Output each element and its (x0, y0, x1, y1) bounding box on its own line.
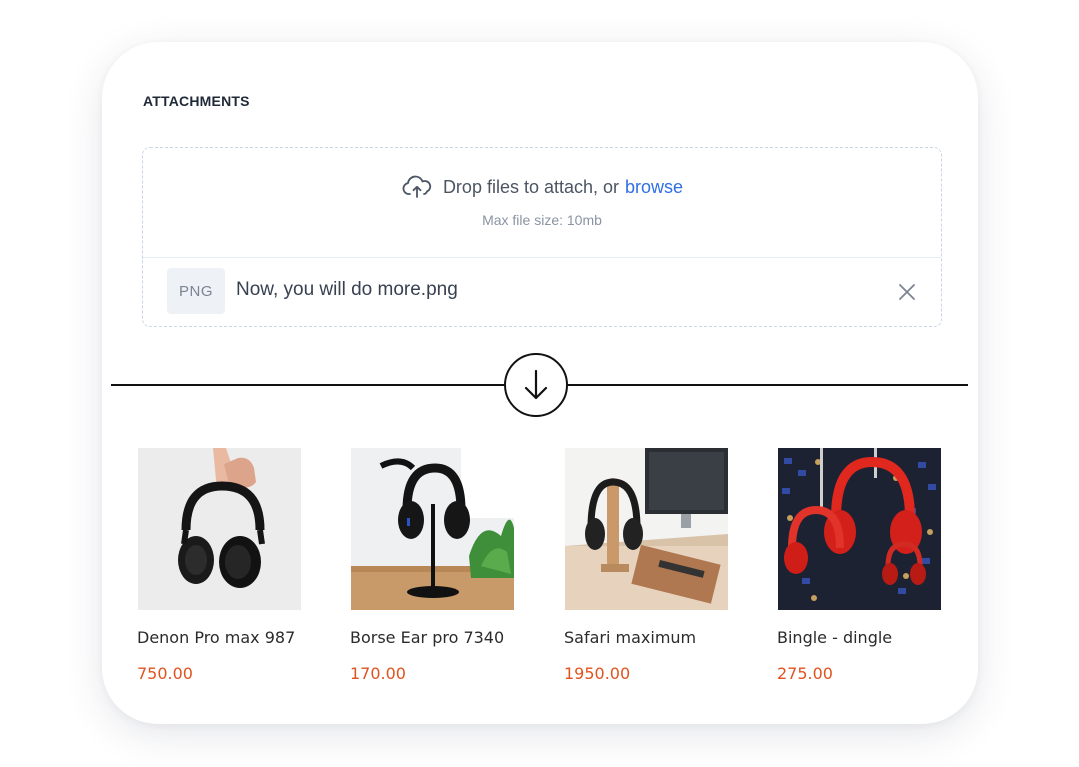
product-price: 170.00 (350, 664, 406, 683)
product-card[interactable]: Bingle - dingle 275.00 (777, 448, 947, 683)
file-dropzone[interactable]: Drop files to attach, or browse Max file… (142, 147, 942, 327)
product-name[interactable]: Denon Pro max 987 (137, 628, 307, 647)
file-name: Now, you will do more.png (236, 279, 458, 300)
browse-link[interactable]: browse (625, 177, 683, 198)
product-price: 750.00 (137, 664, 193, 683)
dropzone-area[interactable]: Drop files to attach, or browse Max file… (143, 148, 941, 258)
product-card[interactable]: Denon Pro max 987 750.00 (137, 448, 307, 683)
max-file-size: Max file size: 10mb (482, 212, 602, 228)
cloud-upload-icon (402, 175, 432, 198)
product-card[interactable]: Safari maximum 1950.00 (564, 448, 734, 683)
product-name[interactable]: Borse Ear pro 7340 (350, 628, 520, 647)
drop-text: Drop files to attach, or (442, 176, 620, 197)
product-price: 275.00 (777, 664, 833, 683)
product-image-headphones[interactable] (138, 448, 301, 610)
product-image-headphones[interactable] (778, 448, 941, 610)
product-name[interactable]: Safari maximum (564, 628, 734, 647)
product-card[interactable]: Borse Ear pro 7340 170.00 (350, 448, 520, 683)
product-name[interactable]: Bingle - dingle (777, 628, 947, 647)
attached-file-row: PNG Now, you will do more.png (143, 258, 941, 328)
arrow-down-icon (524, 369, 548, 400)
dropzone-prompt: Drop files to attach, or browse (143, 175, 941, 199)
product-image-headphones[interactable] (565, 448, 728, 610)
product-image-headphones[interactable] (351, 448, 514, 610)
arrow-down-button (504, 353, 568, 417)
file-type-badge: PNG (167, 268, 225, 314)
close-icon[interactable] (897, 282, 917, 302)
product-price: 1950.00 (564, 664, 631, 683)
section-title: ATTACHMENTS (143, 93, 250, 109)
